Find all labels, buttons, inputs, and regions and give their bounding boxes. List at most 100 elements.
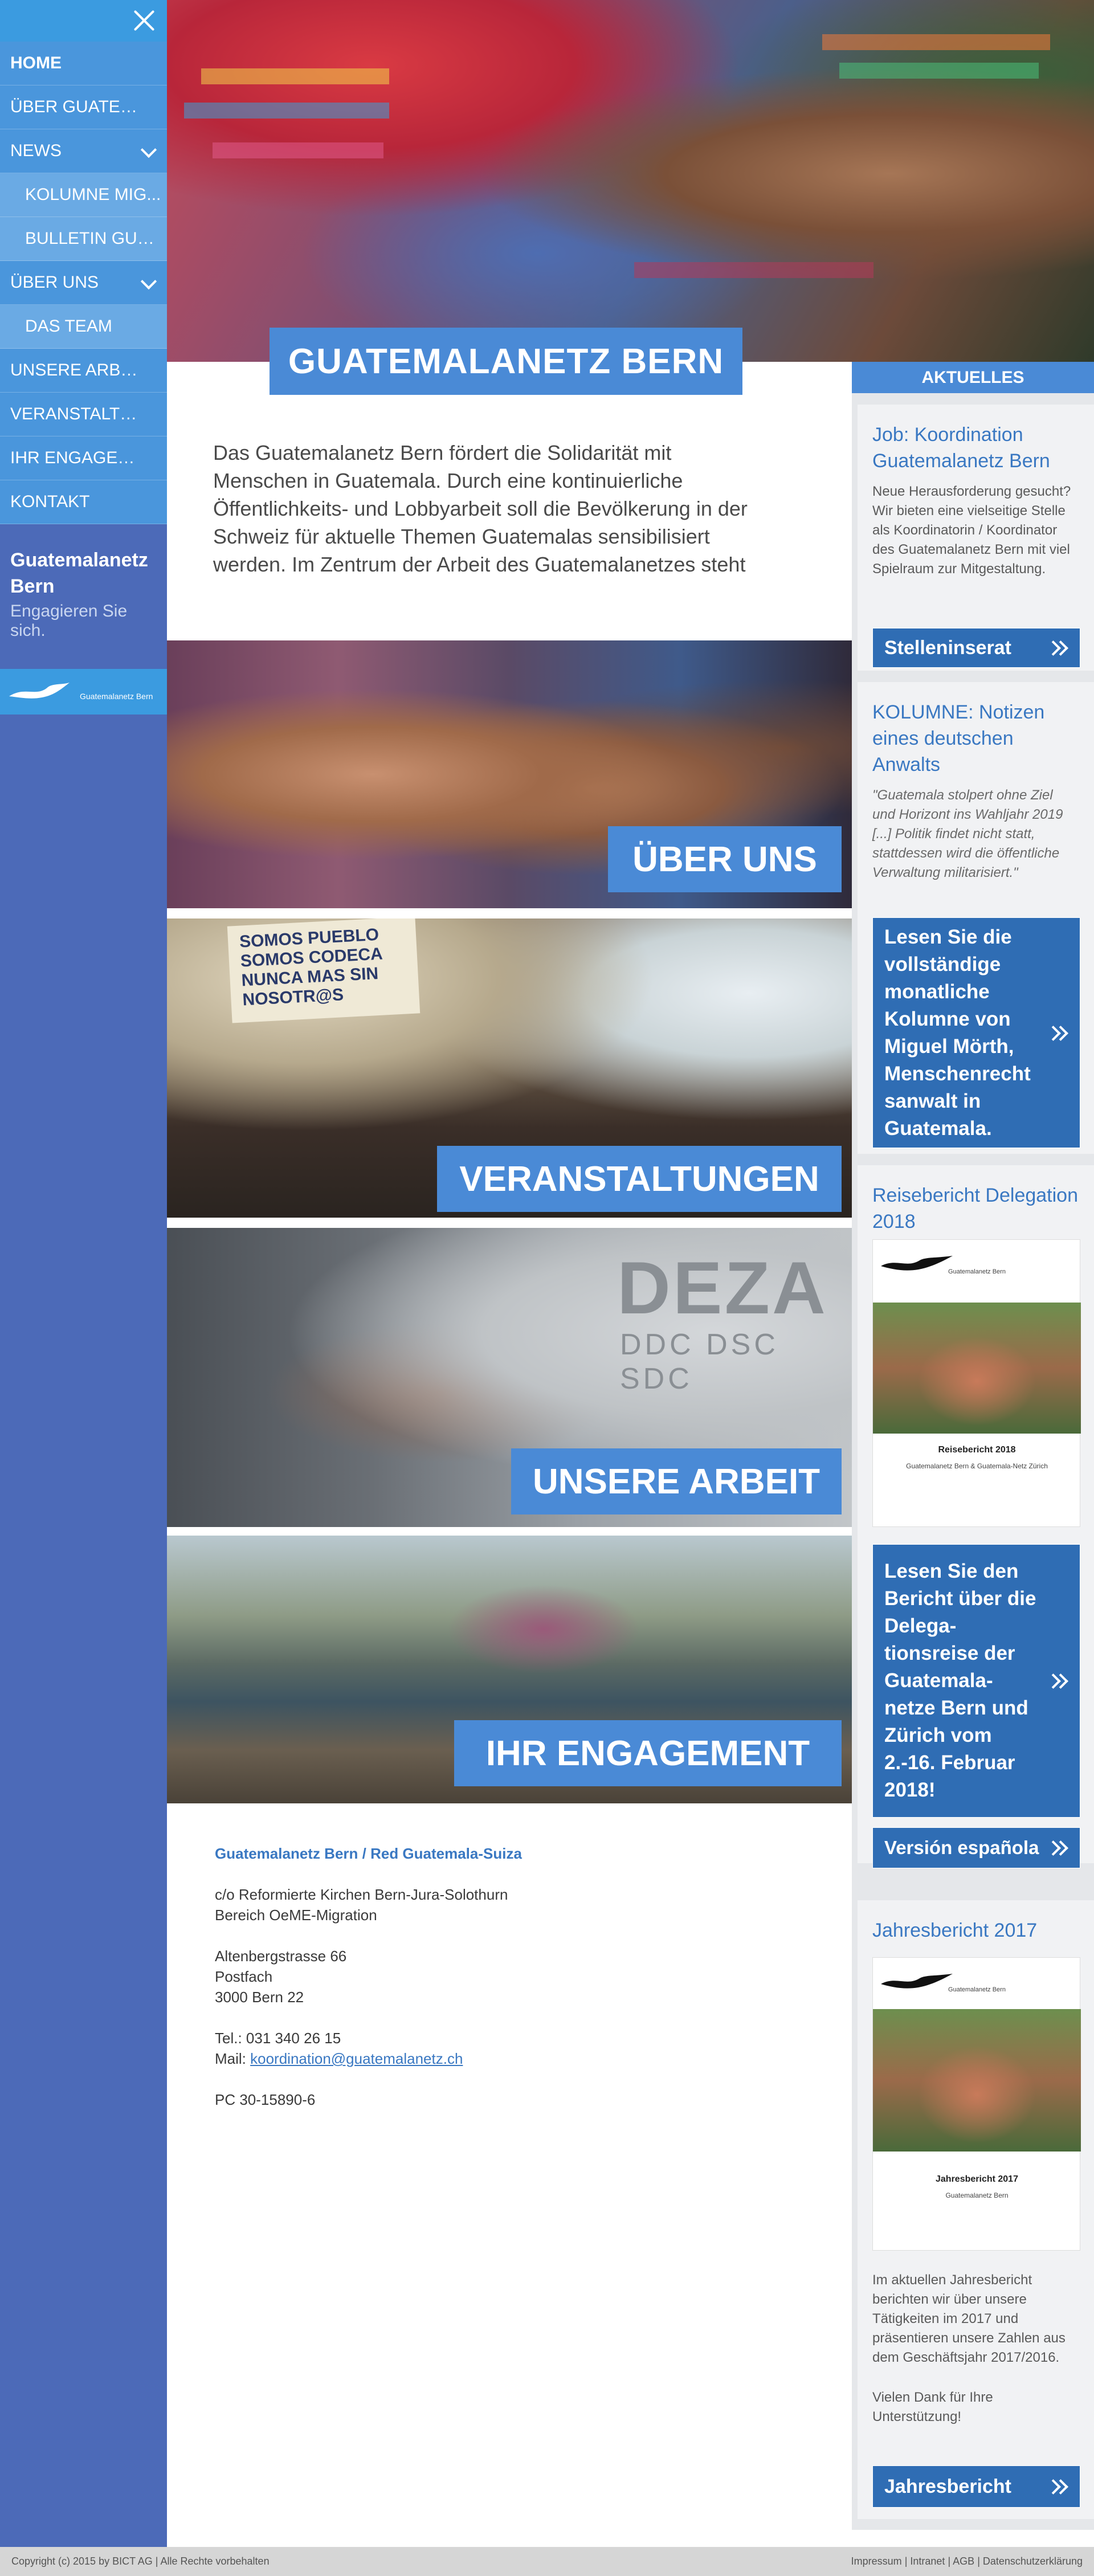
nav-item-news[interactable]: News — [0, 129, 167, 173]
sidebar-logo[interactable]: Guatemalanetz Bern — [0, 669, 167, 715]
copyright-text: Copyright (c) 2015 by BICT AG | Alle Rec… — [11, 2555, 270, 2567]
reisebericht-card: Reisebericht Delegation 2018 Guatemalane… — [858, 1165, 1094, 1868]
reisebericht-title[interactable]: Reisebericht Delegation 2018 — [872, 1182, 1079, 1235]
nav-item-ueber-guatemala[interactable]: Über Guatemala — [0, 85, 167, 129]
nav-label: Bulletin Guat... — [25, 229, 162, 248]
job-text: Neue Herausforderung gesucht? Wir bieten… — [872, 484, 1071, 577]
thumb-caption: Jahresbericht 2017 — [936, 2174, 1018, 2184]
chevron-down-icon[interactable] — [140, 273, 157, 290]
address-block-street: Altenbergstrasse 66 Postfach 3000 Bern 2… — [215, 1946, 522, 2007]
news-sidebar: AKTUELLES Job: Koordination Guatemalanet… — [852, 362, 1094, 2530]
tile-label: UNSERE ARBEIT — [511, 1448, 842, 1514]
impressum-link[interactable]: Impressum — [851, 2555, 902, 2567]
button-label: Versión española — [884, 1837, 1039, 1858]
sidebar-logo-text: Guatemalanetz Bern — [80, 692, 153, 701]
stelleninserat-button[interactable]: Stelleninserat — [872, 628, 1080, 668]
jahresbericht-title[interactable]: Jahresbericht 2017 — [872, 1917, 1079, 1944]
reisebericht-read-button[interactable]: Lesen Sie den Bericht über die Delega-ti… — [872, 1544, 1080, 1818]
nav-label: Ihr Engagement — [10, 448, 147, 467]
tile-unsere-arbeit[interactable]: DEZA DDC DSC SDC UNSERE ARBEIT — [167, 1228, 852, 1527]
nav-item-home[interactable]: Home — [0, 42, 167, 85]
datenschutz-link[interactable]: Datenschutzerklärung — [983, 2555, 1083, 2567]
address-street: Altenbergstrasse 66 — [215, 1948, 347, 1965]
double-chevron-right-icon — [1048, 1024, 1065, 1042]
hero-image — [167, 0, 1094, 362]
footer: Copyright (c) 2015 by BICT AG | Alle Rec… — [0, 2547, 1094, 2576]
footer-separator: | — [948, 2555, 951, 2567]
community-photo — [873, 2009, 1081, 2152]
button-label: Lesen Sie den Bericht über die Delega-ti… — [884, 1560, 1036, 1801]
footer-separator: | — [977, 2555, 980, 2567]
tile-ueber-uns[interactable]: ÜBER UNS — [167, 640, 852, 908]
sidebar: Home Über Guatemala News Kolumne Mig... … — [0, 0, 167, 2547]
jahresbericht-thanks: Vielen Dank für Ihre Unterstützung! — [872, 2390, 993, 2424]
nav-subitem-bulletin[interactable]: Bulletin Guat... — [0, 217, 167, 261]
bird-logo-icon — [9, 683, 70, 699]
protest-banner: SOMOS PUEBLO SOMOS CODECA NUNCA MAS SIN … — [227, 918, 421, 1023]
nav-label: Kolumne Mig... — [25, 185, 161, 204]
job-card: Job: Koordination Guatemalanetz Bern Neu… — [858, 405, 1094, 671]
address-org: Guatemalanetz Bern / Red Guatemala-Suiza — [215, 1845, 522, 1862]
nav-item-kontakt[interactable]: Kontakt — [0, 480, 167, 524]
tile-veranstaltungen[interactable]: SOMOS PUEBLO SOMOS CODECA NUNCA MAS SIN … — [167, 918, 852, 1218]
thumb-logo-text: Guatemalanetz Bern — [948, 1268, 1006, 1275]
agb-link[interactable]: AGB — [953, 2555, 974, 2567]
jahresbericht-button[interactable]: Jahresbericht — [872, 2465, 1080, 2508]
address-tel: Tel.: 031 340 26 15 — [215, 2030, 341, 2047]
button-label: Lesen Sie die vollständige monatliche Ko… — [884, 925, 1031, 1140]
double-chevron-right-icon — [1048, 1672, 1065, 1689]
double-chevron-right-icon — [1048, 1839, 1065, 1856]
nav-item-ihr-engagement[interactable]: Ihr Engagement — [0, 436, 167, 480]
thumb-subcaption: Guatemalanetz Bern — [945, 2191, 1009, 2199]
footer-separator: | — [904, 2555, 908, 2567]
double-chevron-right-icon — [1048, 639, 1065, 656]
nav-item-veranstaltungen[interactable]: Veranstaltungen — [0, 393, 167, 436]
address-mail-row: Mail: koordination@guatemalanetz.ch — [215, 2048, 522, 2069]
footer-links: Impressum | Intranet | AGB | Datenschutz… — [851, 2555, 1083, 2567]
nav-subitem-team[interactable]: Das Team — [0, 305, 167, 349]
thumb-subcaption: Guatemalanetz Bern & Guatemala-Netz Züri… — [906, 1462, 1048, 1470]
email-link[interactable]: koordination@guatemalanetz.ch — [250, 2050, 463, 2067]
site-title-bar: GUATEMALANETZ BERN — [270, 328, 742, 395]
nav-subitem-kolumne[interactable]: Kolumne Mig... — [0, 173, 167, 217]
nav-item-ueber-uns[interactable]: Über uns — [0, 261, 167, 305]
kolumne-quote: "Guatemala stolpert ohne Ziel und Horizo… — [872, 787, 1063, 880]
jahresbericht-card: Jahresbericht 2017 Guatemalanetz Bern Ja… — [858, 1900, 1094, 2519]
close-icon[interactable] — [130, 7, 158, 34]
contact-address: Guatemalanetz Bern / Red Guatemala-Suiza… — [215, 1843, 522, 2110]
address-pc: PC 30-15890-6 — [215, 2091, 316, 2108]
main-nav: Home Über Guatemala News Kolumne Mig... … — [0, 42, 167, 524]
sidebar-brand-subtitle: Engagieren Sie sich. — [10, 602, 128, 640]
deza-sign-sub: DDC DSC SDC — [620, 1328, 779, 1395]
nav-label: Unsere Arbeit — [10, 361, 147, 379]
nav-label: Über uns — [10, 273, 99, 292]
nav-label: Das Team — [25, 317, 112, 336]
job-title[interactable]: Job: Koordination Guatemalanetz Bern — [872, 422, 1079, 474]
nav-label: Home — [10, 54, 62, 72]
group-photo — [873, 1303, 1081, 1434]
sidebar-brand: Guatemalanetz Bern Engagieren Sie sich. — [0, 524, 167, 652]
thumb-logo-text: Guatemalanetz Bern — [948, 1986, 1006, 1993]
tile-label: ÜBER UNS — [608, 826, 842, 892]
button-label: Stelleninserat — [884, 636, 1011, 659]
nav-item-unsere-arbeit[interactable]: Unsere Arbeit — [0, 349, 167, 393]
close-bar — [0, 0, 167, 42]
address-line: c/o Reformierte Kirchen Bern-Jura-Soloth… — [215, 1886, 508, 1903]
version-espanola-button[interactable]: Versión española — [872, 1827, 1080, 1868]
kolumne-title[interactable]: KOLUMNE: Notizen eines deutschen Anwalts — [872, 699, 1079, 778]
nav-label: News — [10, 141, 62, 160]
kolumne-read-button[interactable]: Lesen Sie die vollständige monatliche Ko… — [872, 917, 1080, 1148]
reisebericht-thumbnail[interactable]: Guatemalanetz Bern Reisebericht 2018 Gua… — [872, 1239, 1081, 1527]
deza-sign: DEZA — [617, 1246, 828, 1329]
nav-label: Kontakt — [10, 492, 90, 511]
site-title: GUATEMALANETZ BERN — [288, 341, 724, 381]
address-line: Bereich OeME-Migration — [215, 1907, 377, 1924]
address-block-contact: Tel.: 031 340 26 15 Mail: koordination@g… — [215, 2028, 522, 2069]
intranet-link[interactable]: Intranet — [910, 2555, 945, 2567]
jahresbericht-thumbnail[interactable]: Guatemalanetz Bern Jahresbericht 2017 Gu… — [872, 1957, 1081, 2251]
chevron-down-icon[interactable] — [140, 141, 157, 158]
tile-ihr-engagement[interactable]: IHR ENGAGEMENT — [167, 1536, 852, 1803]
address-box: Postfach — [215, 1968, 273, 1985]
tile-label: VERANSTALTUNGEN — [437, 1146, 842, 1212]
intro-text: Das Guatemalanetz Bern fördert die Solid… — [213, 441, 748, 576]
